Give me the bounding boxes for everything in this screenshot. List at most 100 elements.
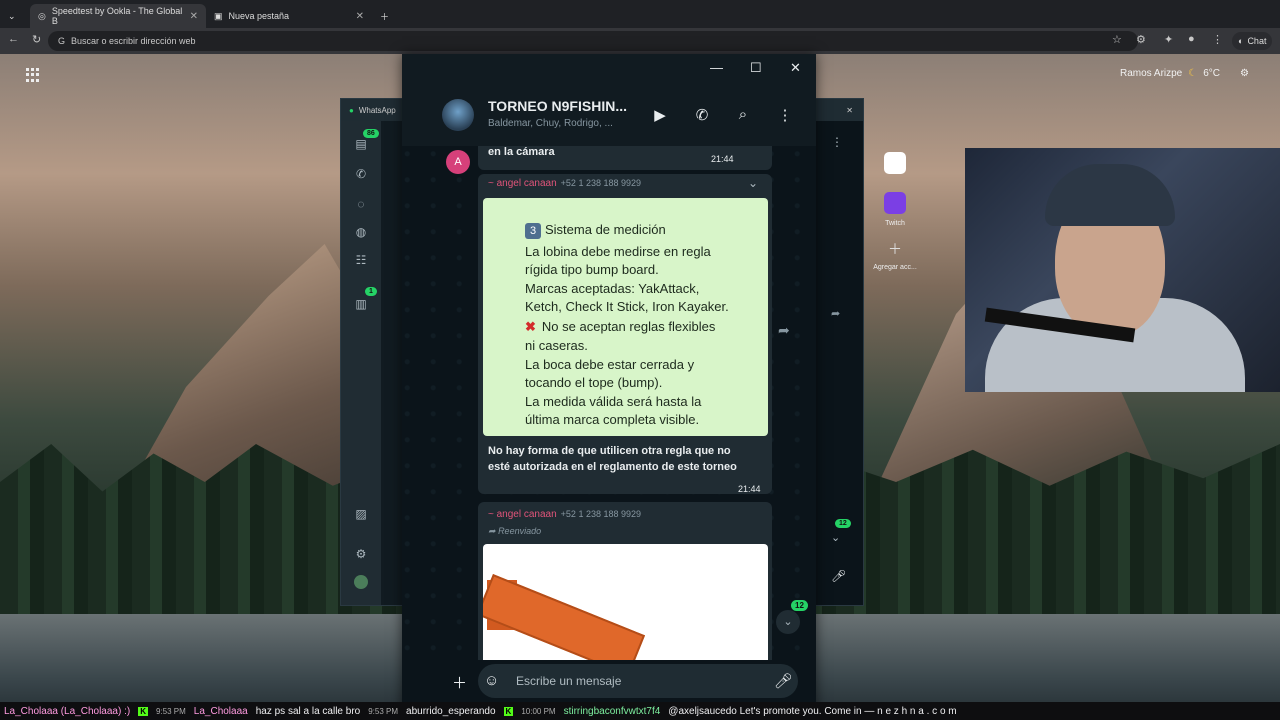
rule-line: tocando el tope (bump).	[525, 375, 663, 390]
rule-line: Marcas aceptadas: YakAttack,	[525, 281, 700, 296]
forwarded-label: ➦ Reenviado	[488, 526, 542, 536]
tab-speedtest[interactable]: ◎ Speedtest by Ookla - The Global B ✕	[30, 4, 206, 28]
settings-icon[interactable]: ⚙	[354, 547, 368, 561]
webcam-person-cap	[1045, 164, 1175, 226]
profile-icon[interactable]: ●	[1188, 33, 1195, 45]
menu-icon[interactable]: ⋮	[1212, 33, 1223, 46]
message-list[interactable]: en la cámara 21:44 A ~ angel canaan +52 1…	[402, 146, 816, 660]
back-icon[interactable]: ←	[8, 33, 19, 45]
unread-badge: 12	[791, 600, 808, 611]
reload-icon[interactable]: ↻	[32, 33, 41, 46]
puzzle-icon[interactable]: ✦	[1164, 33, 1173, 46]
message-text: en la cámara	[488, 146, 555, 158]
message-sender[interactable]: ~ angel canaan +52 1 238 188 9929	[488, 178, 641, 189]
settings-icon[interactable]: ⚙	[1240, 68, 1249, 79]
forward-icon[interactable]: ➦	[831, 307, 840, 320]
weather-city: Ramos Arizpe	[1120, 68, 1183, 79]
twitch-label: Twitch	[885, 220, 905, 227]
maximize-icon[interactable]: ☐	[750, 60, 762, 76]
chats-badge: 86	[363, 129, 379, 138]
rule-line: La boca debe estar cerrada y	[525, 357, 695, 372]
scroll-badge: 12	[835, 519, 851, 528]
message-placeholder: Escribe un mensaje	[516, 674, 622, 688]
tab-new-tab[interactable]: ▣ Nueva pestaña ✕	[206, 4, 372, 28]
globe-icon: ◎	[38, 10, 46, 21]
rule-line: ni caseras.	[525, 338, 588, 353]
video-call-icon[interactable]: ▶	[650, 106, 670, 124]
media-icon[interactable]: ▨	[354, 507, 368, 521]
stream-chat-ticker: La_Cholaaa (La_Cholaaa) :) K 9:53 PM La_…	[0, 702, 1280, 720]
channels-icon[interactable]: ◍	[354, 225, 368, 239]
chat-button[interactable]: ◐ Chat	[1232, 32, 1273, 50]
attach-plus-icon[interactable]: ＋	[452, 672, 467, 693]
chevron-down-icon[interactable]: ⌄	[831, 531, 840, 544]
copilot-icon[interactable]	[884, 152, 906, 174]
chat-time: 9:53 PM	[368, 706, 399, 716]
scroll-down-button[interactable]: ⌄	[776, 610, 800, 634]
group-avatar[interactable]	[442, 99, 474, 131]
keycap-3-icon: 3	[525, 223, 541, 239]
rule-line: última marca completa visible.	[525, 412, 700, 427]
menu-icon[interactable]: ⋮	[775, 106, 795, 124]
status-icon[interactable]: ◌	[354, 197, 368, 211]
chats-icon[interactable]: ▤	[354, 137, 368, 151]
bump-board-photo[interactable]	[483, 544, 768, 660]
moon-icon: ☾	[1188, 68, 1198, 79]
add-label: Agregar acc...	[873, 264, 917, 271]
chat-user: stirringbaconfvwtxt7f4	[563, 705, 661, 717]
browser-toolbar: ← ↻ G Buscar o escribir dirección web ☆ …	[0, 28, 1280, 54]
twitch-icon[interactable]	[884, 192, 906, 214]
close-icon[interactable]: ✕	[190, 11, 198, 22]
close-icon[interactable]: ✕	[356, 11, 364, 22]
close-icon[interactable]: ✕	[846, 106, 853, 115]
chevron-down-icon[interactable]: ⌄	[748, 176, 758, 190]
rule-line: La medida válida será hasta la	[525, 394, 702, 409]
tab-list-button[interactable]: ⌄	[0, 4, 30, 28]
avatar[interactable]: A	[446, 150, 470, 174]
bump-board	[483, 574, 646, 660]
message-input[interactable]: ☺ Escribe un mensaje 🎤︎	[478, 664, 798, 698]
mic-icon[interactable]: 🎤︎	[774, 672, 793, 690]
phone-icon[interactable]: ✆	[692, 106, 712, 124]
star-icon[interactable]: ☆	[1112, 33, 1122, 46]
message-text: esté autorizada en el reglamento de este…	[488, 461, 737, 473]
rule-line: La lobina debe medirse en regla	[525, 244, 711, 259]
new-tab-button[interactable]: ＋	[372, 4, 397, 28]
rule-line: Ketch, Check It Stick, Iron Kayaker.	[525, 299, 729, 314]
sender-name: ~ angel canaan	[488, 178, 557, 189]
extension-icon[interactable]: ⚙	[1136, 33, 1146, 46]
address-bar[interactable]: G Buscar o escribir dirección web	[48, 31, 1138, 51]
calls-icon[interactable]: ✆	[354, 167, 368, 181]
avatar[interactable]	[354, 575, 368, 589]
chat-message: aburrido_esperando	[406, 705, 496, 717]
sender-name: ~ angel canaan	[488, 509, 557, 520]
search-icon[interactable]: ⌕	[733, 106, 753, 123]
apps-grid-icon[interactable]	[26, 68, 40, 82]
mic-icon[interactable]: 🎤︎	[831, 569, 846, 583]
browser-tab-bar: ⌄ ◎ Speedtest by Ookla - The Global B ✕ …	[0, 0, 1280, 28]
communities-icon[interactable]: ☷	[354, 253, 368, 267]
chat-title[interactable]: TORNEO N9FISHIN...	[488, 98, 627, 114]
message-time: 21:44	[738, 484, 761, 494]
weather-widget[interactable]: Ramos Arizpe ☾ 6°C ⚙	[1120, 68, 1249, 79]
chat-user: La_Cholaaa (La_Cholaaa) :)	[4, 705, 131, 717]
window-title: WhatsApp	[358, 105, 396, 115]
kick-icon: K	[138, 706, 148, 716]
forward-icon[interactable]: ➦	[778, 322, 790, 339]
message-sender[interactable]: ~ angel canaan +52 1 238 188 9929	[488, 509, 641, 520]
minimize-icon[interactable]: —	[710, 60, 723, 75]
chat-header[interactable]: TORNEO N9FISHIN... Baldemar, Chuy, Rodri…	[402, 82, 816, 146]
sticker-icon[interactable]: ☺	[484, 672, 499, 689]
archive-icon[interactable]: ▥	[354, 297, 368, 311]
close-icon[interactable]: ✕	[790, 60, 801, 76]
add-icon[interactable]: ＋	[884, 238, 906, 260]
message-text: No hay forma de que utilicen otra regla …	[488, 445, 731, 457]
tab-label: Nueva pestaña	[228, 11, 290, 21]
chat-time: 9:53 PM	[155, 706, 186, 716]
rules-image[interactable]: 3 Sistema de medición La lobina debe medi…	[483, 198, 768, 436]
copilot-icon: ◐	[1238, 36, 1244, 46]
menu-icon[interactable]: ⋮	[831, 135, 843, 149]
chat-time: 10:00 PM	[521, 706, 556, 716]
kick-icon: K	[503, 706, 514, 716]
chat-message: haz ps sal a la calle bro	[255, 705, 361, 717]
